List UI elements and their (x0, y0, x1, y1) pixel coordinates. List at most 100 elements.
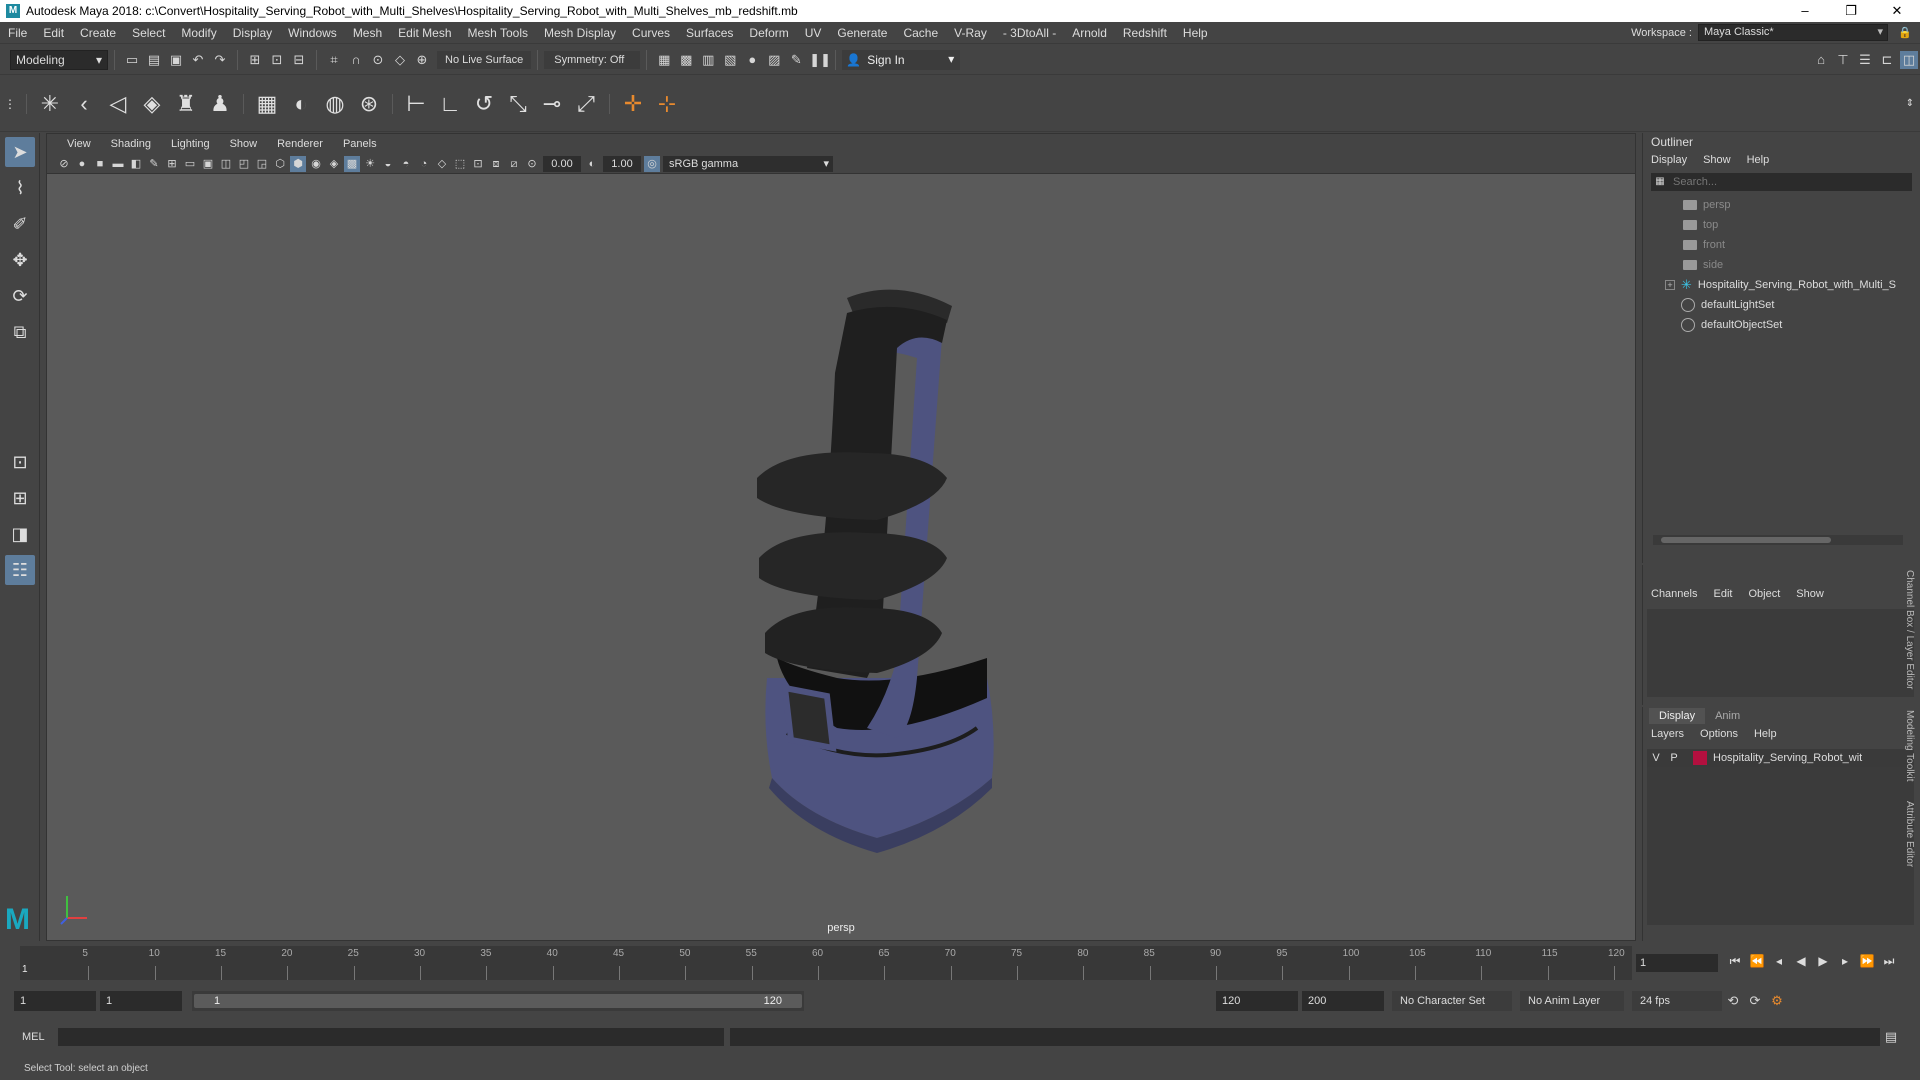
redshift-ipr-icon[interactable]: ✎ (787, 51, 805, 69)
four-view-layout-icon[interactable]: ⊞ (5, 483, 35, 513)
outliner-item-front[interactable]: front (1643, 235, 1920, 255)
anim-layer-dropdown[interactable]: No Anim Layer (1520, 991, 1624, 1011)
ipr-render-icon[interactable]: ▥ (699, 51, 717, 69)
humanik-icon[interactable]: ♜ (172, 90, 200, 118)
outliner-persp-layout-icon[interactable]: ☷ (5, 555, 35, 585)
xray-active-icon[interactable]: ⧄ (506, 156, 522, 172)
channel-box-icon[interactable]: ⊏ (1878, 51, 1896, 69)
cluster-icon[interactable]: ⊛ (355, 90, 383, 118)
viewport-menu-shading[interactable]: Shading (101, 138, 161, 150)
xray-icon[interactable]: ⊡ (470, 156, 486, 172)
time-ruler[interactable]: 1 5 10 15 20 25 30 35 40 45 50 55 60 65 70 75 80 85 90 95 1… (20, 946, 1632, 980)
save-scene-icon[interactable]: ▣ (167, 51, 185, 69)
maximize-button[interactable]: ❐ (1828, 3, 1874, 19)
layer-color-swatch[interactable] (1693, 751, 1707, 765)
layer-playback-toggle[interactable]: P (1665, 752, 1683, 764)
film-gate-icon[interactable]: ▭ (182, 156, 198, 172)
gate-mask-icon[interactable]: ◫ (218, 156, 234, 172)
menu-uv[interactable]: UV (797, 26, 830, 40)
display-layer-row[interactable]: V P Hospitality_Serving_Robot_wit (1647, 749, 1914, 767)
smooth-shade-icon[interactable]: ⬢ (290, 155, 306, 172)
single-view-layout-icon[interactable]: ⊡ (5, 447, 35, 477)
redo-icon[interactable]: ↷ (211, 51, 229, 69)
menu-help[interactable]: Help (1175, 26, 1216, 40)
fps-dropdown[interactable]: 24 fps (1632, 991, 1722, 1011)
attribute-editor-icon[interactable]: ⊤ (1834, 51, 1852, 69)
isolate-select-icon[interactable]: ⬚ (452, 156, 468, 172)
quick-rig-icon[interactable]: ♟ (206, 90, 234, 118)
character-set-dropdown[interactable]: No Character Set (1392, 991, 1512, 1011)
auto-key-icon[interactable]: ⟳ (1746, 992, 1764, 1010)
symmetry-dropdown[interactable]: Symmetry: Off (544, 50, 641, 69)
ambient-occlusion-icon[interactable]: ◒ (380, 156, 396, 172)
outliner-item-default-object-set[interactable]: defaultObjectSet (1643, 315, 1920, 335)
grid-toggle-icon[interactable]: ⊞ (164, 156, 180, 172)
outliner-search-input[interactable] (1669, 176, 1912, 188)
menu-3dtoall[interactable]: - 3DtoAll - (995, 26, 1064, 40)
shadows-icon[interactable]: ☀ (362, 156, 378, 172)
snap-curve-icon[interactable]: ∩ (347, 51, 365, 69)
lock-icon[interactable]: 🔒 (1898, 26, 1912, 40)
go-to-end-icon[interactable]: ⏭ (1878, 954, 1900, 969)
lasso-tool-icon[interactable]: ⌇ (5, 173, 35, 203)
command-language-label[interactable]: MEL (0, 1031, 46, 1043)
viewport-menu-lighting[interactable]: Lighting (161, 138, 220, 150)
scale-constraint-icon[interactable]: ⤡ (504, 90, 532, 118)
xray-joints-icon[interactable]: ⧈ (488, 156, 504, 172)
outliner-item-default-light-set[interactable]: defaultLightSet (1643, 295, 1920, 315)
viewport-menu-renderer[interactable]: Renderer (267, 138, 333, 150)
outliner-item-side[interactable]: side (1643, 255, 1920, 275)
select-object-icon[interactable]: ⊡ (268, 51, 286, 69)
layer-menu-help[interactable]: Help (1754, 728, 1777, 740)
menu-mesh-tools[interactable]: Mesh Tools (460, 26, 536, 40)
step-back-key-icon[interactable]: ⏪ (1746, 954, 1768, 969)
workspace-dropdown[interactable]: Maya Classic* (1698, 24, 1888, 41)
sign-in-dropdown[interactable]: 👤 Sign In (842, 49, 961, 70)
two-view-layout-icon[interactable]: ◨ (5, 519, 35, 549)
menu-windows[interactable]: Windows (280, 26, 345, 40)
color-space-dropdown[interactable]: sRGB gamma (663, 155, 833, 172)
channel-menu-show[interactable]: Show (1796, 588, 1824, 600)
live-surface-field[interactable]: No Live Surface (437, 50, 532, 69)
viewport-menu-show[interactable]: Show (220, 138, 268, 150)
scene-end-field[interactable]: 200 (1302, 991, 1384, 1011)
anim-prefs-icon[interactable]: ⚙ (1768, 992, 1786, 1010)
expand-icon[interactable]: + (1665, 280, 1675, 290)
image-plane-icon[interactable]: ▬ (110, 156, 126, 172)
menu-cache[interactable]: Cache (895, 26, 946, 40)
menu-create[interactable]: Create (72, 26, 124, 40)
parent-constraint-icon[interactable]: ⊢ (402, 90, 430, 118)
select-hierarchy-icon[interactable]: ⊞ (246, 51, 264, 69)
move-tool-icon[interactable]: ✥ (5, 245, 35, 275)
outliner-toggle-icon[interactable]: ◫ (1900, 50, 1918, 69)
hypershade-icon[interactable]: ● (743, 51, 761, 69)
step-forward-frame-icon[interactable]: ▸ (1834, 954, 1856, 969)
select-component-icon[interactable]: ⊟ (290, 51, 308, 69)
loop-icon[interactable]: ⟲ (1724, 992, 1742, 1010)
point-constraint-icon[interactable]: ∟ (436, 90, 464, 118)
side-tab-modeling-toolkit[interactable]: Modeling Toolkit (1904, 710, 1915, 782)
menu-arnold[interactable]: Arnold (1064, 26, 1115, 40)
render-view-icon[interactable]: ▩ (677, 51, 695, 69)
serving-robot-model[interactable] (747, 258, 1047, 878)
playback-start-field[interactable]: 1 (100, 991, 182, 1011)
field-chart-icon[interactable]: ◰ (236, 156, 252, 172)
select-tool-icon[interactable]: ➤ (5, 137, 35, 167)
minimize-button[interactable]: – (1782, 3, 1828, 19)
range-handle[interactable] (194, 994, 802, 1008)
layer-menu-layers[interactable]: Layers (1651, 728, 1684, 740)
default-material-icon[interactable]: ◉ (308, 156, 324, 172)
menu-select[interactable]: Select (124, 26, 173, 40)
create-joint-icon[interactable]: ✳ (36, 90, 64, 118)
menu-set-dropdown[interactable]: Modeling (10, 49, 108, 70)
current-frame-field[interactable]: 1 (1636, 954, 1718, 972)
textured-icon[interactable]: ◈ (326, 156, 342, 172)
exposure-field[interactable]: 0.00 (543, 155, 581, 172)
play-forward-icon[interactable]: ▶ (1812, 954, 1834, 969)
rotate-tool-icon[interactable]: ⟳ (5, 281, 35, 311)
side-tab-channel-box[interactable]: Channel Box / Layer Editor (1904, 570, 1915, 690)
camera-attributes-icon[interactable]: ● (74, 156, 90, 172)
step-back-frame-icon[interactable]: ◂ (1768, 954, 1790, 969)
grease-pencil-icon[interactable]: ✎ (146, 156, 162, 172)
menu-curves[interactable]: Curves (624, 26, 678, 40)
